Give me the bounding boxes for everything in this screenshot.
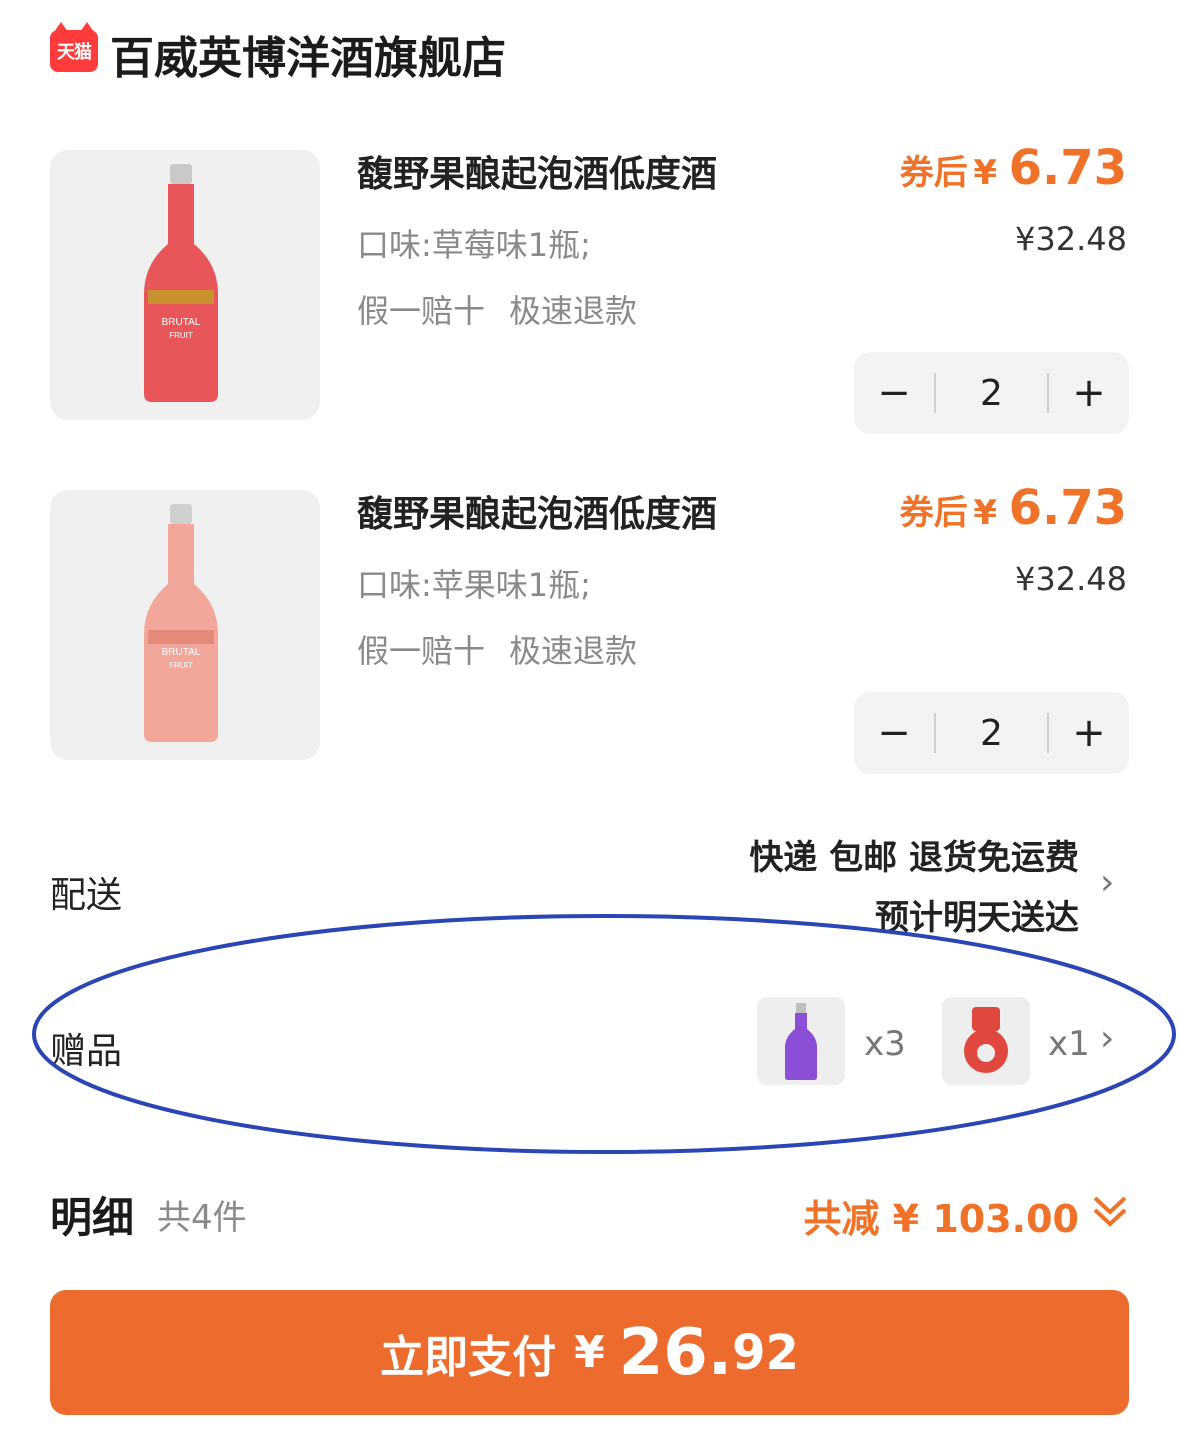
chevron-right-icon[interactable]: ›	[1100, 862, 1114, 903]
coupon-price: 券后 ¥ 6.73	[900, 140, 1127, 196]
coupon-price-value: 6.73	[1008, 140, 1127, 196]
detail-title: 明细	[50, 1193, 135, 1242]
product-image[interactable]: BRUTAL FRUIT	[50, 490, 320, 760]
product-flavor[interactable]: 口味:草莓味1瓶;	[357, 220, 591, 266]
service-tag: 假一赔十	[357, 632, 486, 670]
product-image[interactable]: BRUTAL FRUIT	[50, 150, 320, 420]
pay-now-button[interactable]: 立即支付 ¥ 26. 92	[50, 1290, 1129, 1415]
increase-button[interactable]: +	[1049, 370, 1129, 416]
quantity-stepper: − 2 +	[854, 352, 1129, 434]
bottle-image: BRUTAL FRUIT	[144, 504, 218, 742]
coupon-price: 券后 ¥ 6.73	[900, 480, 1127, 536]
coupon-label: 券后	[899, 153, 968, 193]
tmall-logo: 天猫	[50, 22, 98, 72]
tmall-logo-text: 天猫	[57, 42, 92, 63]
svg-text:BRUTAL: BRUTAL	[162, 317, 201, 328]
service-tag: 假一赔十	[357, 292, 486, 330]
svg-text:FRUIT: FRUIT	[169, 331, 193, 340]
service-tag: 极速退款	[509, 292, 638, 330]
bottle-image: BRUTAL FRUIT	[144, 164, 218, 402]
item-count: 共4件	[157, 1198, 247, 1238]
svg-text:BRUTAL: BRUTAL	[162, 647, 201, 658]
quantity-value[interactable]: 2	[936, 713, 1047, 754]
delivery-label: 配送	[50, 875, 123, 916]
increase-button[interactable]: +	[1049, 710, 1129, 756]
quantity-stepper: − 2 +	[854, 692, 1129, 774]
total-discount[interactable]: 共减 ¥ 103.00	[803, 1188, 1079, 1243]
product-title[interactable]: 馥野果酿起泡酒低度酒	[357, 145, 717, 197]
delivery-method[interactable]: 快递 包邮 退货免运费	[749, 830, 1079, 879]
product-flavor[interactable]: 口味:苹果味1瓶;	[357, 560, 591, 606]
service-tag: 极速退款	[509, 632, 638, 670]
original-price: ¥32.48	[1015, 560, 1127, 598]
pay-amount-integer: 26.	[618, 1315, 733, 1390]
coupon-price-value: 6.73	[1008, 480, 1127, 536]
double-chevron-down-icon[interactable]	[1090, 1192, 1130, 1232]
pay-amount-decimal: 92	[732, 1324, 799, 1381]
coupon-label: 券后	[899, 493, 968, 533]
quantity-value[interactable]: 2	[936, 373, 1047, 414]
pay-currency: ¥	[574, 1327, 605, 1378]
currency-symbol: ¥	[973, 493, 997, 533]
svg-text:FRUIT: FRUIT	[169, 661, 193, 670]
currency-symbol: ¥	[973, 153, 997, 193]
decrease-button[interactable]: −	[854, 370, 934, 416]
service-tags: 假一赔十 极速退款	[357, 626, 661, 672]
product-title[interactable]: 馥野果酿起泡酒低度酒	[357, 485, 717, 537]
highlight-oval	[32, 914, 1176, 1154]
service-tags: 假一赔十 极速退款	[357, 286, 661, 332]
store-name[interactable]: 百威英博洋酒旗舰店	[110, 22, 506, 86]
decrease-button[interactable]: −	[854, 710, 934, 756]
original-price: ¥32.48	[1015, 220, 1127, 258]
pay-label: 立即支付	[380, 1331, 557, 1383]
